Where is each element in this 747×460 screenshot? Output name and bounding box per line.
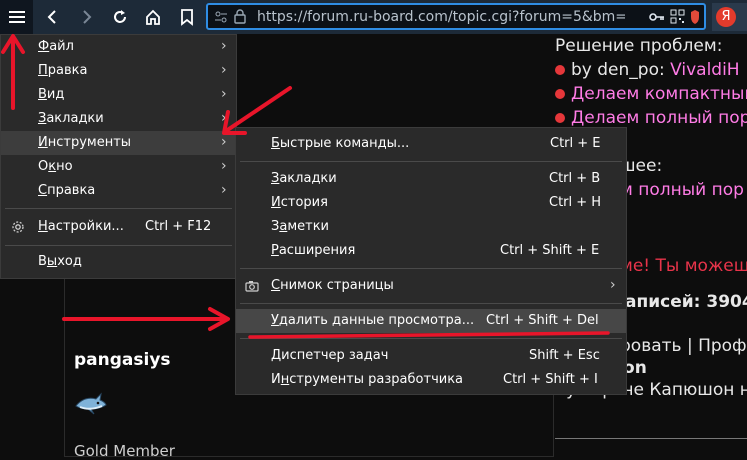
menu-item-window[interactable]: Окно › — [1, 155, 236, 179]
shortcut: Ctrl + H — [549, 195, 602, 210]
reload-icon — [114, 10, 126, 23]
menu-item-help[interactable]: Справка › — [1, 179, 236, 203]
bullet-icon — [555, 65, 565, 75]
menu-item-task-manager[interactable]: Диспетчер задач Shift + Esc — [236, 344, 626, 368]
list-item[interactable]: Делаем компактный — [555, 82, 747, 106]
bullet-icon — [555, 113, 565, 123]
extension-shield-icon — [691, 10, 699, 24]
link[interactable]: Делаем компактный — [571, 84, 747, 104]
chevron-right-icon: › — [221, 86, 227, 102]
menu-item-settings[interactable]: Настройки... Ctrl + F12 — [1, 215, 236, 239]
menu-item-bookmarks[interactable]: Закладки › — [1, 107, 236, 131]
chevron-right-icon: › — [221, 158, 227, 174]
chevron-right-icon: › — [221, 182, 227, 198]
bullet-icon — [555, 89, 565, 99]
home-button[interactable] — [139, 3, 167, 31]
browser-toolbar: https://forum.ru-board.com/topic.cgi?for… — [0, 0, 747, 34]
menu-item-notes[interactable]: Заметки — [236, 215, 626, 239]
list-item[interactable]: by den_po: VivaldiH — [555, 58, 747, 82]
chevron-right-icon: › — [221, 38, 227, 54]
menu-item-history[interactable]: История Ctrl + H — [236, 191, 626, 215]
menu-item-file[interactable]: Файл › — [1, 35, 236, 59]
menu-item-bookmarks-panel[interactable]: Закладки Ctrl + B — [236, 167, 626, 191]
reload-button[interactable] — [106, 3, 134, 31]
bookmark-icon — [181, 9, 193, 26]
menu-separator — [5, 208, 232, 209]
chevron-right-icon: › — [221, 110, 227, 126]
back-button[interactable] — [38, 3, 66, 31]
menu-separator — [240, 161, 622, 162]
lock-icon — [234, 9, 246, 24]
qr-code-icon — [670, 9, 685, 24]
menu-separator — [240, 268, 622, 269]
page-heading: Решение проблем: — [555, 36, 723, 56]
shark-avatar-icon — [74, 390, 108, 418]
link[interactable]: Делаем полный пор — [571, 108, 747, 128]
yandex-tab[interactable]: Я — [712, 3, 747, 31]
shortcut: Ctrl + Shift + E — [500, 243, 600, 258]
key-icon — [649, 13, 664, 21]
main-menu: Файл › Правка › Вид › Закладки › Инструм… — [0, 34, 237, 279]
username[interactable]: pangasiys — [74, 350, 171, 370]
divider — [555, 438, 747, 439]
tools-submenu: Быстрые команды... Ctrl + E Закладки Ctr… — [235, 127, 627, 395]
menu-separator — [240, 338, 622, 339]
menu-item-extensions[interactable]: Расширения Ctrl + Shift + E — [236, 239, 626, 263]
menu-item-edit[interactable]: Правка › — [1, 59, 236, 83]
hamburger-icon — [8, 11, 25, 23]
menu-item-quick-commands[interactable]: Быстрые команды... Ctrl + E — [236, 132, 626, 156]
chevron-right-icon: › — [610, 277, 616, 293]
shortcut: Ctrl + Shift + I — [503, 372, 598, 387]
bookmark-button[interactable] — [173, 3, 201, 31]
menu-separator — [240, 303, 622, 304]
menu-item-tools[interactable]: Инструменты › — [1, 131, 236, 155]
menu-item-clear-browsing-data[interactable]: Удалить данные просмотра... Ctrl + Shift… — [236, 309, 626, 333]
menu-separator — [5, 245, 232, 246]
shortcut: Ctrl + E — [550, 136, 601, 151]
yandex-icon: Я — [716, 7, 736, 27]
back-arrow-icon — [47, 10, 56, 24]
user-rank: Gold Member — [74, 442, 175, 460]
forward-arrow-icon — [83, 10, 92, 24]
menu-item-view[interactable]: Вид › — [1, 83, 236, 107]
menu-item-developer-tools[interactable]: Инструменты разработчика Ctrl + Shift + … — [236, 368, 626, 392]
forward-button[interactable] — [73, 3, 101, 31]
menu-item-exit[interactable]: Выход — [1, 250, 236, 274]
main-menu-button[interactable] — [0, 0, 33, 34]
address-bar[interactable]: https://forum.ru-board.com/topic.cgi?for… — [206, 3, 706, 30]
camera-icon — [245, 281, 259, 292]
shortcut: Shift + Esc — [529, 348, 600, 363]
menu-item-screenshot[interactable]: Снимок страницы › — [236, 274, 626, 298]
shortcut: Ctrl + Shift + Del — [486, 313, 599, 328]
site-settings-icon — [215, 11, 227, 23]
gear-icon — [12, 221, 24, 233]
shortcut: Ctrl + B — [549, 171, 601, 186]
chevron-right-icon: › — [221, 134, 227, 150]
home-icon — [146, 9, 160, 25]
chevron-right-icon: › — [221, 62, 227, 78]
link[interactable]: VivaldiH — [670, 60, 739, 80]
shortcut: Ctrl + F12 — [145, 219, 212, 234]
url-text[interactable]: https://forum.ru-board.com/topic.cgi?for… — [257, 9, 625, 25]
